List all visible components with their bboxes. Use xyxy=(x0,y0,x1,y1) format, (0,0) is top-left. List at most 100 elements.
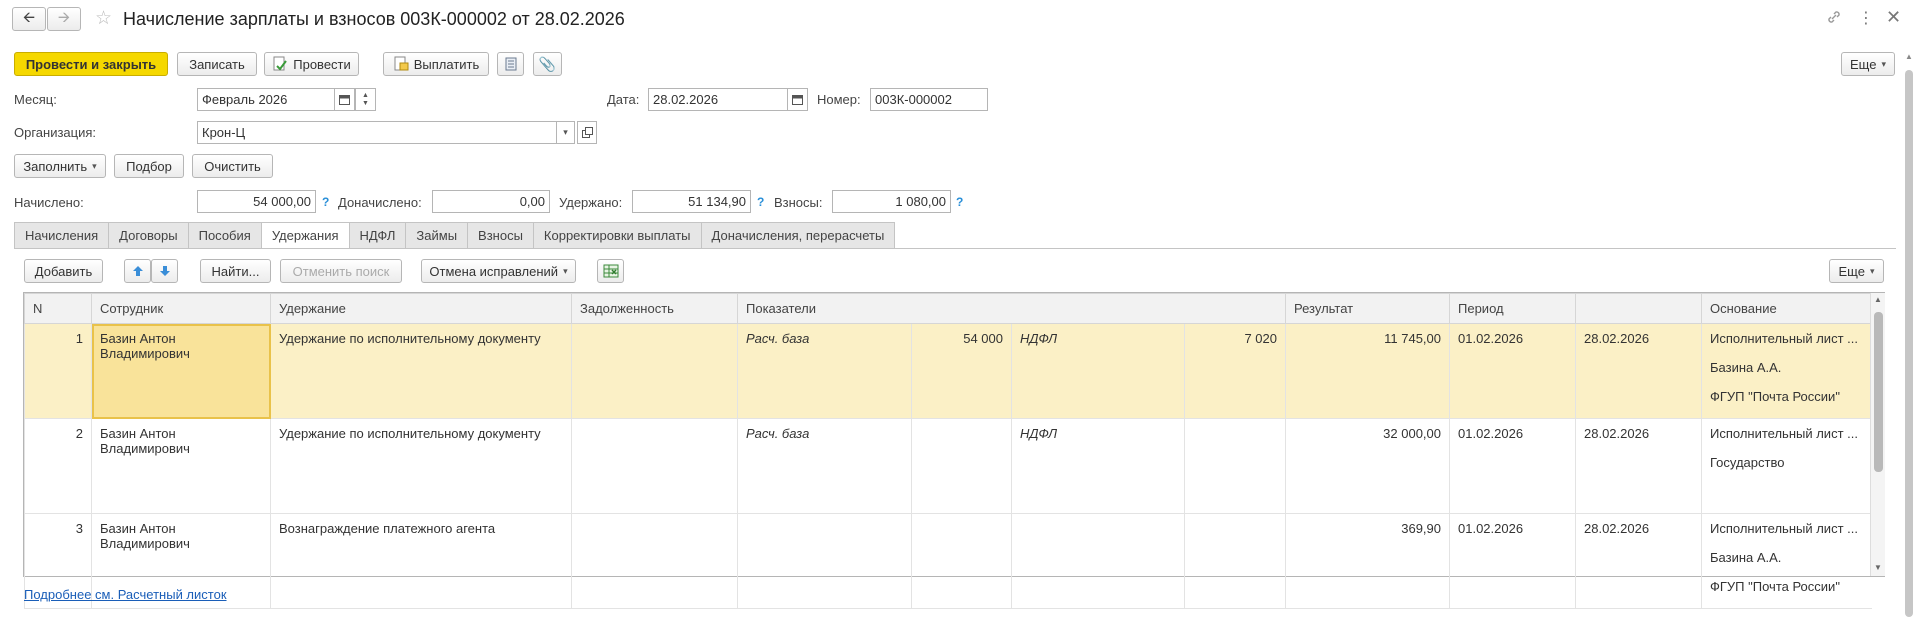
table-row[interactable]: 2 Базин Антон Владимирович Удержание по … xyxy=(24,418,1872,514)
find-button[interactable]: Найти... xyxy=(200,259,271,283)
accrued-help-icon[interactable]: ? xyxy=(322,195,329,209)
column-header-period[interactable]: Период xyxy=(1449,293,1576,324)
close-icon[interactable]: ✕ xyxy=(1886,7,1901,28)
withheld-help-icon[interactable]: ? xyxy=(757,195,764,209)
cancel-search-button[interactable]: Отменить поиск xyxy=(280,259,402,283)
table-more-button[interactable]: Еще ▾ xyxy=(1829,259,1884,283)
period-from-cell[interactable]: 01.02.2026 xyxy=(1449,323,1576,419)
month-calendar-button[interactable] xyxy=(334,88,355,111)
indicator2-value-cell[interactable]: 7 020 xyxy=(1184,323,1286,419)
scroll-up-icon[interactable]: ▲ xyxy=(1905,52,1913,61)
indicator1-value-cell[interactable]: 54 000 xyxy=(911,323,1012,419)
month-stepper[interactable]: ▲ ▼ xyxy=(355,88,376,111)
more-button[interactable]: Еще ▾ xyxy=(1841,52,1895,76)
scroll-up-icon[interactable]: ▲ xyxy=(1874,295,1882,304)
number-field[interactable]: 003К-000002 xyxy=(870,88,988,111)
move-up-button[interactable] xyxy=(124,259,151,283)
tab-benefits[interactable]: Пособия xyxy=(187,222,261,249)
organization-open-button[interactable] xyxy=(577,121,597,144)
tab-payment-adjustments[interactable]: Корректировки выплаты xyxy=(532,222,701,249)
basis-cell[interactable]: Исполнительный лист ... Базина А.А. ФГУП… xyxy=(1701,323,1872,419)
document-list-icon xyxy=(505,57,517,71)
post-and-close-button[interactable]: Провести и закрыть xyxy=(14,52,168,76)
indicator2-value-cell[interactable] xyxy=(1184,513,1286,609)
save-button[interactable]: Записать xyxy=(177,52,257,76)
scroll-down-icon[interactable]: ▼ xyxy=(1874,563,1882,572)
back-button[interactable]: 🡨 xyxy=(12,7,46,31)
organization-dropdown-button[interactable]: ▾ xyxy=(556,121,575,144)
date-field[interactable]: 28.02.2026 xyxy=(648,88,789,111)
add-row-button[interactable]: Добавить xyxy=(24,259,103,283)
period-from-cell[interactable]: 01.02.2026 xyxy=(1449,513,1576,609)
column-header-n[interactable]: N xyxy=(24,293,92,324)
basis-cell[interactable]: Исполнительный лист ... Базина А.А. ФГУП… xyxy=(1701,513,1872,609)
cancel-fixes-button[interactable]: Отмена исправлений ▾ xyxy=(421,259,576,283)
period-to-cell[interactable]: 28.02.2026 xyxy=(1575,513,1702,609)
result-cell[interactable]: 32 000,00 xyxy=(1285,418,1450,514)
indicator1-value-cell[interactable] xyxy=(911,418,1012,514)
payment-document-icon xyxy=(393,56,409,72)
column-header-basis[interactable]: Основание xyxy=(1701,293,1872,324)
deduction-cell[interactable]: Удержание по исполнительному документу xyxy=(270,323,572,419)
debt-cell[interactable] xyxy=(571,323,738,419)
indicator1-value-cell[interactable] xyxy=(911,513,1012,609)
link-icon[interactable] xyxy=(1826,9,1842,25)
chevron-down-icon: ▾ xyxy=(563,265,568,276)
period-to-cell[interactable]: 28.02.2026 xyxy=(1575,418,1702,514)
debt-cell[interactable] xyxy=(571,513,738,609)
tab-loans[interactable]: Займы xyxy=(405,222,468,249)
indicator2-name-cell: НДФЛ xyxy=(1011,418,1185,514)
forward-button[interactable]: 🡪 xyxy=(47,7,81,31)
tab-accruals[interactable]: Начисления xyxy=(14,222,109,249)
indicator2-value-cell[interactable] xyxy=(1184,418,1286,514)
table-row[interactable]: 1 Базин Антон Владимирович Удержание по … xyxy=(24,323,1872,419)
grid-scrollbar-thumb[interactable] xyxy=(1874,312,1883,472)
fill-button[interactable]: Заполнить ▾ xyxy=(14,154,106,178)
excel-export-button[interactable] xyxy=(597,259,624,283)
post-button[interactable]: Провести xyxy=(264,52,359,76)
deduction-cell[interactable]: Удержание по исполнительному документу xyxy=(270,418,572,514)
column-header-result[interactable]: Результат xyxy=(1285,293,1450,324)
attach-button[interactable]: 📎 xyxy=(533,52,562,76)
debt-cell[interactable] xyxy=(571,418,738,514)
deduction-cell[interactable]: Вознаграждение платежного агента xyxy=(270,513,572,609)
favorite-star-icon[interactable]: ☆ xyxy=(95,7,112,30)
more-button-label: Еще xyxy=(1850,56,1877,72)
column-header-debt[interactable]: Задолженность xyxy=(571,293,738,324)
column-header-period-end[interactable] xyxy=(1575,293,1702,324)
clear-button[interactable]: Очистить xyxy=(192,154,273,178)
page-vertical-scrollbar[interactable]: ▲ xyxy=(1903,52,1915,617)
tab-contributions[interactable]: Взносы xyxy=(467,222,533,249)
period-to-cell[interactable]: 28.02.2026 xyxy=(1575,323,1702,419)
organization-label: Организация: xyxy=(14,125,97,140)
column-header-deduction[interactable]: Удержание xyxy=(270,293,572,324)
column-header-indicators[interactable]: Показатели xyxy=(737,293,1286,324)
arrow-up-icon xyxy=(132,265,144,277)
result-cell[interactable]: 369,90 xyxy=(1285,513,1450,609)
tab-contracts[interactable]: Договоры xyxy=(108,222,188,249)
date-calendar-button[interactable] xyxy=(787,88,808,111)
result-cell[interactable]: 11 745,00 xyxy=(1285,323,1450,419)
grid-vertical-scrollbar[interactable]: ▲ ▼ xyxy=(1870,293,1885,576)
payslip-link[interactable]: Подробнее см. Расчетный листок xyxy=(24,587,227,602)
basis-cell[interactable]: Исполнительный лист ... Государство xyxy=(1701,418,1872,514)
chevron-down-icon: ▾ xyxy=(1881,58,1886,69)
employee-cell[interactable]: Базин Антон Владимирович xyxy=(91,323,271,419)
tab-ndfl[interactable]: НДФЛ xyxy=(348,222,406,249)
contributions-help-icon[interactable]: ? xyxy=(956,195,963,209)
employee-cell[interactable]: Базин Антон Владимирович xyxy=(91,418,271,514)
move-down-button[interactable] xyxy=(151,259,178,283)
print-button[interactable] xyxy=(497,52,524,76)
page-scrollbar-thumb[interactable] xyxy=(1905,70,1913,617)
month-field[interactable]: Февраль 2026 xyxy=(197,88,335,111)
select-button[interactable]: Подбор xyxy=(114,154,184,178)
pay-button[interactable]: Выплатить xyxy=(383,52,489,76)
row-number: 2 xyxy=(24,418,92,514)
organization-field[interactable]: Крон-Ц xyxy=(197,121,557,144)
column-header-employee[interactable]: Сотрудник xyxy=(91,293,271,324)
tab-recalculations[interactable]: Доначисления, перерасчеты xyxy=(700,222,896,249)
tab-deductions[interactable]: Удержания xyxy=(260,222,349,249)
more-vertical-icon[interactable]: ⋮ xyxy=(1858,8,1874,28)
table-row[interactable]: 3 Базин Антон Владимирович Вознаграждени… xyxy=(24,513,1872,609)
period-from-cell[interactable]: 01.02.2026 xyxy=(1449,418,1576,514)
